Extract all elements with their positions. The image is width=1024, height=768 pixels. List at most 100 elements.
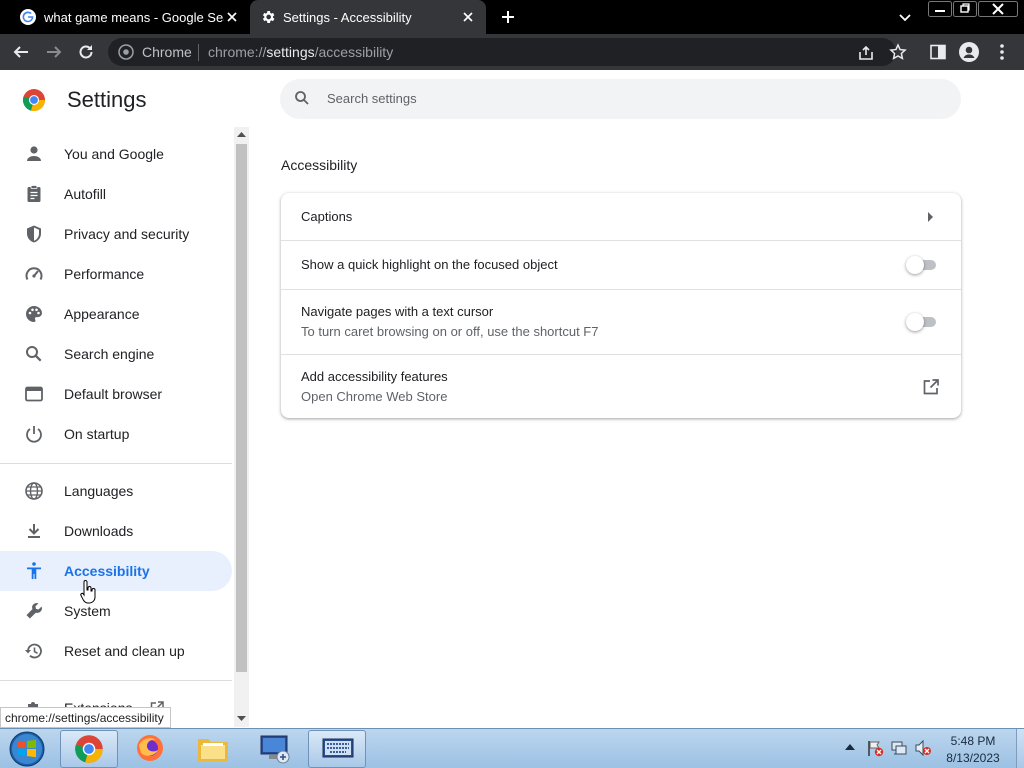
- tab-settings-accessibility[interactable]: Settings - Accessibility: [250, 0, 486, 34]
- palette-icon: [24, 304, 44, 324]
- taskbar-remote-desktop-button[interactable]: [246, 730, 304, 768]
- close-tab-icon[interactable]: [224, 9, 240, 25]
- search-icon: [294, 90, 310, 106]
- start-button-icon[interactable]: [8, 731, 46, 767]
- shield-icon: [24, 224, 44, 244]
- sidebar-item-you-and-google[interactable]: You and Google: [0, 134, 232, 174]
- sidebar-item-appearance[interactable]: Appearance: [0, 294, 232, 334]
- sidebar-item-privacy-security[interactable]: Privacy and security: [0, 214, 232, 254]
- url-host: settings: [266, 44, 315, 60]
- gear-icon: [260, 9, 276, 25]
- clock-time[interactable]: 5:48 PM: [930, 734, 1016, 748]
- forward-arrow-icon[interactable]: [45, 43, 63, 61]
- taskbar-file-explorer-button[interactable]: [184, 730, 242, 768]
- omnibox-divider: [198, 44, 199, 61]
- wrench-icon: [24, 601, 44, 621]
- close-tab-icon[interactable]: [460, 9, 476, 25]
- sidebar-item-accessibility[interactable]: Accessibility: [0, 551, 232, 591]
- sidebar-divider: [0, 680, 232, 681]
- speedometer-icon: [24, 264, 44, 284]
- add-accessibility-features-row[interactable]: [281, 355, 961, 418]
- sidebar-item-system[interactable]: System: [0, 591, 232, 631]
- scroll-down-arrow-icon[interactable]: [237, 716, 246, 722]
- add-features-label: Add accessibility features: [301, 369, 448, 384]
- taskbar-chrome-button[interactable]: [60, 730, 118, 768]
- remote-desktop-icon: [259, 734, 291, 764]
- sidebar-item-label: You and Google: [64, 146, 164, 162]
- highlight-focused-object-toggle[interactable]: [906, 256, 938, 274]
- close-window-icon[interactable]: [978, 1, 1018, 17]
- sidebar-item-languages[interactable]: Languages: [0, 471, 232, 511]
- sidebar-item-reset-and-clean-up[interactable]: Reset and clean up: [0, 631, 232, 671]
- status-bubble-url: chrome://settings/accessibility: [0, 707, 171, 728]
- sidebar-item-label: Performance: [64, 266, 145, 282]
- caret-browsing-sublabel: To turn caret browsing on or off, use th…: [301, 324, 599, 339]
- scroll-up-arrow-icon[interactable]: [237, 131, 246, 137]
- google-favicon-icon: [20, 9, 36, 25]
- globe-icon: [24, 481, 44, 501]
- chrome-logo-icon[interactable]: [118, 44, 134, 60]
- sidebar-item-extensions[interactable]: Extensions: [0, 688, 232, 708]
- firefox-logo-icon: [135, 733, 165, 763]
- section-title: Accessibility: [281, 157, 358, 173]
- sidebar-item-label: Downloads: [64, 523, 134, 539]
- sidebar-divider: [0, 463, 232, 464]
- sidebar-item-label: Default browser: [64, 386, 163, 402]
- minimize-window-icon[interactable]: [928, 1, 952, 17]
- bookmark-star-icon[interactable]: [889, 43, 907, 61]
- chrome-logo-icon: [22, 88, 46, 112]
- tab-search-chevron-icon[interactable]: [897, 9, 913, 25]
- captions-row[interactable]: [281, 193, 961, 240]
- sidebar-item-autofill[interactable]: Autofill: [0, 174, 232, 214]
- network-icon[interactable]: [890, 739, 908, 757]
- taskbar-firefox-button[interactable]: [122, 730, 180, 768]
- new-tab-icon[interactable]: [500, 9, 516, 25]
- sidebar-item-default-browser[interactable]: Default browser: [0, 374, 232, 414]
- sidebar-item-performance[interactable]: Performance: [0, 254, 232, 294]
- side-panel-icon[interactable]: [930, 44, 946, 60]
- toggle-knob: [906, 313, 924, 331]
- open-in-new-icon[interactable]: [922, 378, 940, 396]
- power-icon: [24, 424, 44, 444]
- restore-icon: [24, 641, 44, 661]
- search-icon: [24, 344, 44, 364]
- site-chip-label: Chrome: [142, 44, 192, 60]
- url-text[interactable]: chrome://settings/accessibility: [208, 44, 393, 60]
- sidebar-item-label: Autofill: [64, 186, 107, 202]
- url-prefix: chrome://: [208, 44, 267, 60]
- sidebar-scrollbar-thumb[interactable]: [236, 144, 247, 672]
- search-placeholder: Search settings: [327, 91, 417, 106]
- action-center-flag-icon[interactable]: [866, 739, 884, 757]
- sidebar-item-on-startup[interactable]: On startup: [0, 414, 232, 454]
- download-icon: [24, 521, 44, 541]
- show-desktop-button[interactable]: [1016, 729, 1024, 768]
- share-icon[interactable]: [857, 44, 875, 62]
- back-arrow-icon[interactable]: [12, 43, 30, 61]
- caret-browsing-row: [281, 290, 961, 354]
- sidebar-item-downloads[interactable]: Downloads: [0, 511, 232, 551]
- sidebar-item-label: Search engine: [64, 346, 155, 362]
- sidebar-item-label: Appearance: [64, 306, 140, 322]
- accessibility-icon: [24, 561, 44, 581]
- clock-date[interactable]: 8/13/2023: [930, 751, 1016, 765]
- reload-icon[interactable]: [77, 43, 95, 61]
- highlight-focused-object-label: Show a quick highlight on the focused ob…: [301, 257, 558, 272]
- keyboard-icon: [321, 737, 355, 763]
- restore-window-icon[interactable]: [953, 1, 977, 17]
- captions-label: Captions: [301, 209, 353, 224]
- caret-browsing-label: Navigate pages with a text cursor: [301, 304, 494, 319]
- chrome-menu-icon[interactable]: [994, 43, 1010, 61]
- tab-title: what game means - Google Search: [44, 10, 224, 25]
- sidebar-item-label: Accessibility: [64, 563, 150, 579]
- arrow-right-icon[interactable]: [926, 212, 934, 222]
- profile-avatar-icon[interactable]: [959, 42, 979, 62]
- show-hidden-icons-arrow-icon[interactable]: [845, 743, 855, 751]
- caret-browsing-toggle[interactable]: [906, 313, 938, 331]
- sidebar-item-label: Languages: [64, 483, 134, 499]
- taskbar-on-screen-keyboard-button[interactable]: [308, 730, 366, 768]
- sidebar-item-search-engine[interactable]: Search engine: [0, 334, 232, 374]
- folder-icon: [197, 735, 229, 763]
- tab-google-search[interactable]: what game means - Google Search: [10, 0, 248, 34]
- sidebar-item-label: On startup: [64, 426, 130, 442]
- sidebar-item-label: System: [64, 603, 111, 619]
